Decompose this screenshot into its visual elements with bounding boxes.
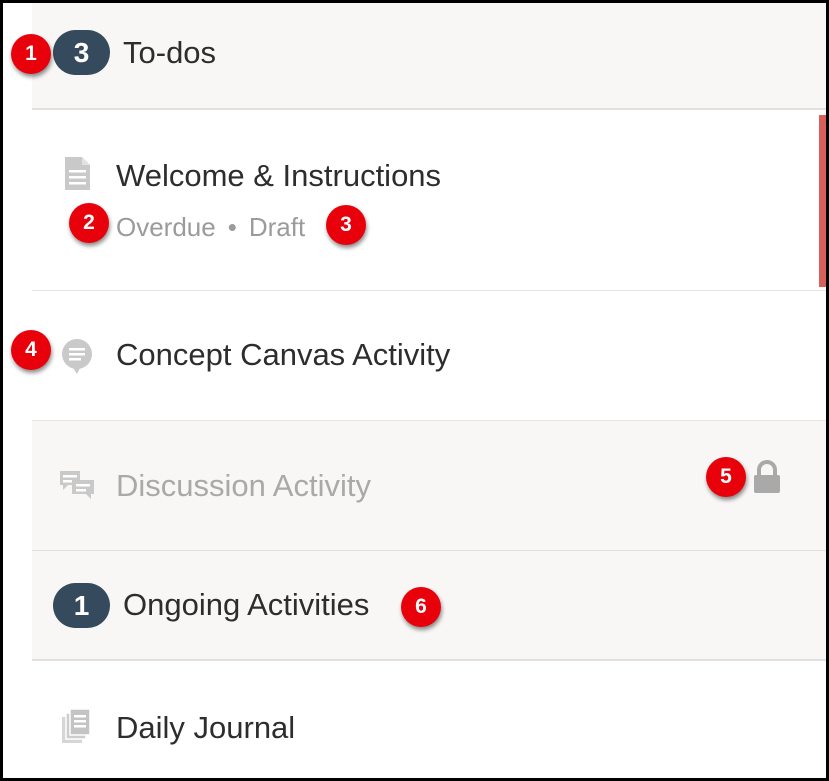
journal-icon (62, 708, 91, 743)
callout-marker: 5 (706, 457, 746, 497)
callout-marker: 3 (326, 205, 366, 245)
todos-count-badge: 3 (53, 30, 110, 75)
callout-marker: 4 (11, 330, 51, 370)
document-icon (65, 157, 90, 190)
item-title[interactable]: Concept Canvas Activity (116, 335, 450, 375)
overdue-status: Overdue (116, 212, 216, 242)
item-title[interactable]: Daily Journal (116, 708, 295, 748)
draft-status: Draft (248, 212, 306, 242)
meta-separator: • (227, 212, 237, 242)
activity-list-panel: 3 To-dos Welcome & Instructions Overdue •… (32, 3, 826, 778)
section-header-todos[interactable]: 3 To-dos (32, 3, 826, 110)
overdue-accent-bar (819, 115, 826, 287)
lock-icon (754, 460, 780, 493)
list-item-daily-journal[interactable]: Daily Journal (32, 661, 826, 778)
item-title[interactable]: Welcome & Instructions (116, 156, 441, 196)
ongoing-section-title: Ongoing Activities (123, 587, 370, 622)
callout-marker: 2 (69, 203, 109, 243)
callout-marker: 1 (11, 34, 51, 74)
ongoing-count-badge: 1 (53, 583, 110, 628)
callout-marker: 6 (401, 587, 441, 627)
list-item-concept-canvas[interactable]: Concept Canvas Activity (32, 291, 826, 421)
todos-section-title: To-dos (123, 35, 217, 70)
list-item-discussion-locked: Discussion Activity (32, 421, 826, 551)
list-item-welcome-instructions[interactable]: Welcome & Instructions Overdue • Draft (32, 110, 826, 291)
speech-bubble-icon (62, 339, 92, 374)
discussion-icon (60, 471, 94, 499)
item-status-line: Overdue • Draft (116, 210, 305, 244)
item-title: Discussion Activity (116, 468, 371, 503)
